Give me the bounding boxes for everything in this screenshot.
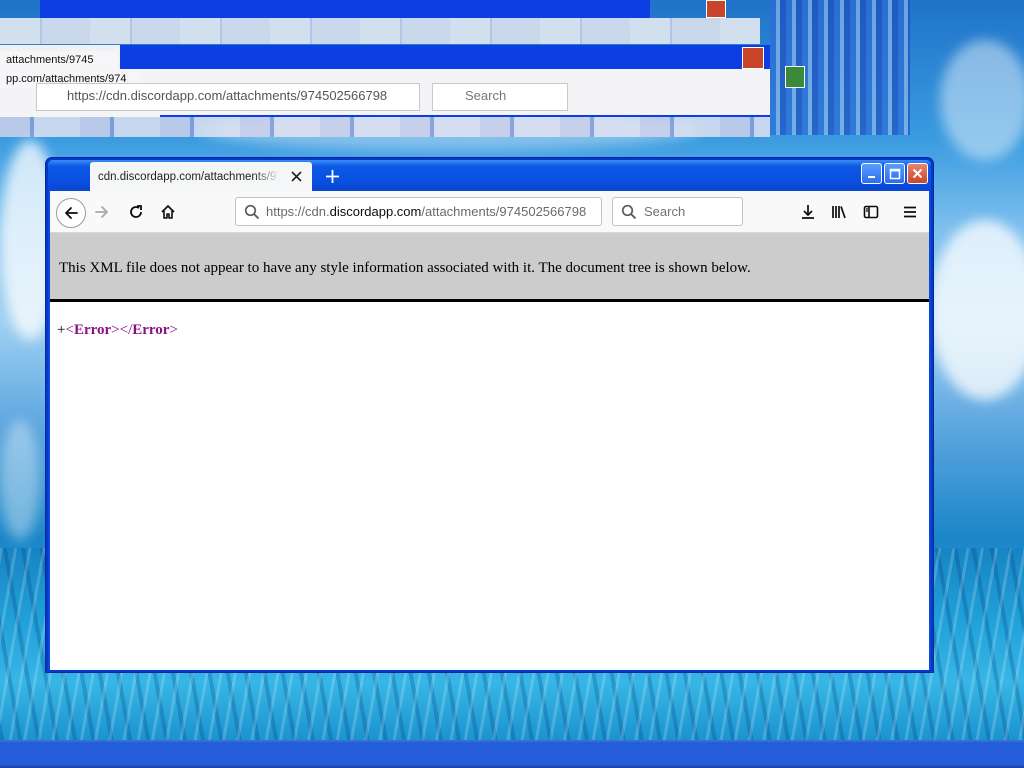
tab-title: cdn.discordapp.com/attachments/974502566…: [98, 170, 281, 183]
search-placeholder: Search: [644, 204, 686, 219]
tag-open-bracket: <: [65, 322, 74, 338]
search-bar[interactable]: Search: [612, 197, 743, 226]
search-icon: [244, 204, 260, 224]
ghost-close-button: [785, 66, 805, 88]
home-icon[interactable]: [155, 199, 181, 225]
ghost-tab-title: attachments/9745: [0, 51, 118, 69]
url-text: https://cdn.discordapp.com/attachments/9…: [266, 204, 596, 219]
url-path: /attachments/974502566798: [421, 204, 587, 219]
navigation-toolbar: https://cdn.discordapp.com/attachments/9…: [50, 191, 929, 233]
plus-icon[interactable]: [321, 165, 343, 187]
forward-arrow-icon[interactable]: [89, 199, 115, 225]
library-icon[interactable]: [827, 199, 853, 225]
tag-close-bracket: >: [169, 322, 178, 338]
title-bar: cdn.discordapp.com/attachments/974502566…: [48, 160, 931, 191]
search-icon: [621, 204, 637, 224]
tag-mid-bracket: ></: [111, 322, 133, 338]
url-prefix: https://cdn.: [266, 204, 330, 219]
ghost-close-button: [706, 0, 726, 18]
xml-tag-open: Error: [73, 322, 112, 338]
menu-icon[interactable]: [897, 199, 923, 225]
url-bar[interactable]: https://cdn.discordapp.com/attachments/9…: [235, 197, 602, 226]
glitch-strip: [0, 117, 770, 137]
sidebar-icon[interactable]: [858, 199, 884, 225]
xml-document-tree: +<Error></Error>: [57, 322, 178, 339]
url-domain: discordapp.com: [329, 204, 422, 219]
ghost-search-bar: Search: [432, 83, 568, 111]
minimize-icon[interactable]: [861, 163, 882, 184]
download-icon[interactable]: [795, 199, 821, 225]
ghost-url-bar: https://cdn.discordapp.com/attachments/9…: [36, 83, 420, 111]
close-window-icon[interactable]: [907, 163, 928, 184]
page-content: This XML file does not appear to have an…: [50, 233, 929, 670]
taskbar[interactable]: [0, 740, 1024, 768]
xml-tag-close: Error: [132, 322, 170, 338]
ghost-window-1: attachments/9745 pp.com/attachments/974 …: [0, 45, 770, 117]
browser-window: cdn.discordapp.com/attachments/974502566…: [46, 158, 933, 672]
tab-active[interactable]: cdn.discordapp.com/attachments/974502566…: [90, 162, 312, 191]
close-icon[interactable]: [288, 169, 304, 185]
glitch-strip: [0, 18, 760, 44]
glitch-strip: [40, 0, 650, 18]
back-arrow-icon[interactable]: [56, 198, 86, 228]
reload-icon[interactable]: [123, 199, 149, 225]
maximize-icon[interactable]: [884, 163, 905, 184]
xml-style-info-banner: This XML file does not appear to have an…: [50, 233, 929, 302]
ghost-close-button: [742, 47, 764, 69]
